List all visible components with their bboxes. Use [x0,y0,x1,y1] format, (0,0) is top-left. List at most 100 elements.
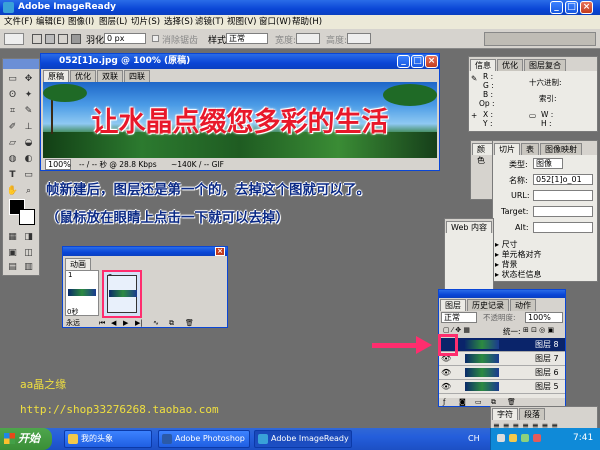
slice-alt-input[interactable] [533,222,593,233]
tab-actions[interactable]: 动作 [510,299,536,311]
antialias-checkbox[interactable] [152,35,159,42]
tween-icon[interactable]: ∿ [153,318,159,328]
shape-tool-icon[interactable]: ▭ [22,169,35,182]
loop-select[interactable]: 永远 [66,318,80,328]
tray-app-icon[interactable] [509,434,517,442]
bucket-tool-icon[interactable]: ◒ [22,137,35,150]
menu-file[interactable]: 文件(F) [4,15,33,29]
brush-tool-icon[interactable]: ✐ [6,121,19,134]
tab-character[interactable]: 字符 [492,408,518,420]
start-button[interactable]: 开始 [0,428,52,450]
frame-1-delay[interactable]: 0秒 [67,307,78,317]
unify-icons[interactable]: ⊞ ⊡ ◎ ▣ [523,326,554,334]
blend-mode-select[interactable]: 正常 [441,312,477,323]
frame-1[interactable]: 1 0秒 [65,270,99,316]
crop-tool-icon[interactable]: ⌗ [6,105,19,118]
intersect-selection-icon[interactable] [71,34,81,44]
menu-filter[interactable]: 滤镜(T) [195,15,224,29]
style-select[interactable]: 正常 [226,33,268,44]
layer-6-eye-icon[interactable]: 👁 [441,368,451,377]
zoom-tool-icon[interactable]: ⌕ [22,185,35,198]
height-input[interactable] [347,33,371,44]
tab-layers[interactable]: 图层 [440,299,466,311]
tray-volume-icon[interactable] [497,434,505,442]
tab-animation[interactable]: 动画 [65,258,91,270]
layer-5-eye-icon[interactable]: 👁 [441,382,451,391]
type-tool-icon[interactable]: T [6,169,19,182]
clock[interactable]: 7:41 [573,433,593,443]
slice-target-input[interactable] [533,206,593,217]
menu-slice[interactable]: 切片(S) [131,15,160,29]
language-indicator[interactable]: CH [468,434,480,443]
layer-style-icon[interactable]: ƒ [443,398,445,407]
taskbar-button-my-avatar[interactable]: 我的头象 [64,430,152,448]
preview-browser-icon[interactable]: ◫ [22,247,35,260]
layer-folder-icon[interactable]: ▭ [475,398,482,407]
next-frame-icon[interactable]: ▶| [135,318,143,328]
play-icon[interactable]: ▶ [123,318,128,328]
lock-icons[interactable]: ▢ ⁄ ✥ ▦ [443,326,470,334]
menu-image[interactable]: 图像(I) [68,15,94,29]
slice-tool-icon[interactable]: ✎ [22,105,35,118]
animation-close-button[interactable]: × [215,247,225,256]
eraser-tool-icon[interactable]: ▱ [6,137,19,150]
zoom-select[interactable]: 100% [45,159,71,170]
move-tool-icon[interactable]: ✥ [22,73,35,86]
palette-well[interactable] [484,32,596,46]
slice-name-input[interactable]: 052[1]o_01 [533,174,593,185]
magic-wand-icon[interactable]: ✦ [22,89,35,102]
menu-help[interactable]: 帮助(H) [292,15,322,29]
slice-section-status[interactable]: ▸ 状态栏信息 [495,269,542,280]
taskbar-button-imageready[interactable]: Adobe ImageReady [254,430,352,448]
tab-history[interactable]: 历史记录 [467,299,509,311]
preview-document-icon[interactable]: ▣ [6,247,19,260]
tray-security-icon[interactable] [533,434,541,442]
prev-frame-icon[interactable]: ◀ [111,318,116,328]
tab-slice[interactable]: 切片 [494,143,520,155]
opacity-input[interactable]: 100% [525,312,563,323]
feather-input[interactable]: 0 px [104,33,146,44]
tab-optimize[interactable]: 优化 [497,59,523,71]
tab-table[interactable]: 表 [521,143,539,155]
background-color-swatch[interactable] [19,209,35,225]
close-button[interactable]: × [580,1,593,14]
lasso-tool-icon[interactable]: ʘ [6,89,19,102]
menu-select[interactable]: 选择(S) [164,15,193,29]
menu-view[interactable]: 视图(V) [227,15,256,29]
marquee-preset-icon[interactable] [4,33,24,45]
blur-tool-icon[interactable]: ◍ [6,153,19,166]
marquee-tool-icon[interactable]: ▭ [6,73,19,86]
tab-color[interactable]: 颜色 [472,143,494,165]
jump-to-photoshop-icon[interactable]: ▤ [6,261,19,274]
minimize-button[interactable]: _ [550,1,563,14]
first-frame-icon[interactable]: ⏮ [99,318,105,328]
doc-close-button[interactable]: × [425,55,438,68]
tab-2up[interactable]: 双联 [97,70,123,82]
tab-paragraph[interactable]: 段落 [519,408,545,420]
toggle-image-maps-icon[interactable]: ◨ [22,231,35,244]
toggle-slices-icon[interactable]: ▦ [6,231,19,244]
tab-web-content[interactable]: Web 内容 [446,221,492,233]
slice-url-input[interactable] [533,190,593,201]
tab-layer-comps[interactable]: 图层复合 [524,59,566,71]
width-input[interactable] [296,33,320,44]
dodge-tool-icon[interactable]: ◐ [22,153,35,166]
slice-type-select[interactable]: 图像 [533,158,563,169]
tab-optimized[interactable]: 优化 [70,70,96,82]
menu-window[interactable]: 窗口(W) [259,15,291,29]
hand-tool-icon[interactable]: ✋ [6,185,19,198]
doc-maximize-button[interactable]: □ [411,55,424,68]
tray-network-icon[interactable] [521,434,529,442]
stamp-tool-icon[interactable]: ⊥ [22,121,35,134]
menu-layer[interactable]: 图层(L) [99,15,127,29]
optimized-size[interactable]: ~140K / -- GIF [171,159,224,170]
add-selection-icon[interactable] [45,34,55,44]
new-selection-icon[interactable] [32,34,42,44]
tab-image-map[interactable]: 图像映射 [540,143,582,155]
subtract-selection-icon[interactable] [58,34,68,44]
tab-original[interactable]: 原稿 [43,70,69,82]
layer-row-6[interactable]: 👁 图层 6 [439,366,565,380]
menu-edit[interactable]: 编辑(E) [36,15,65,29]
doc-minimize-button[interactable]: _ [397,55,410,68]
delete-frame-icon[interactable]: 🗑 [185,318,194,328]
